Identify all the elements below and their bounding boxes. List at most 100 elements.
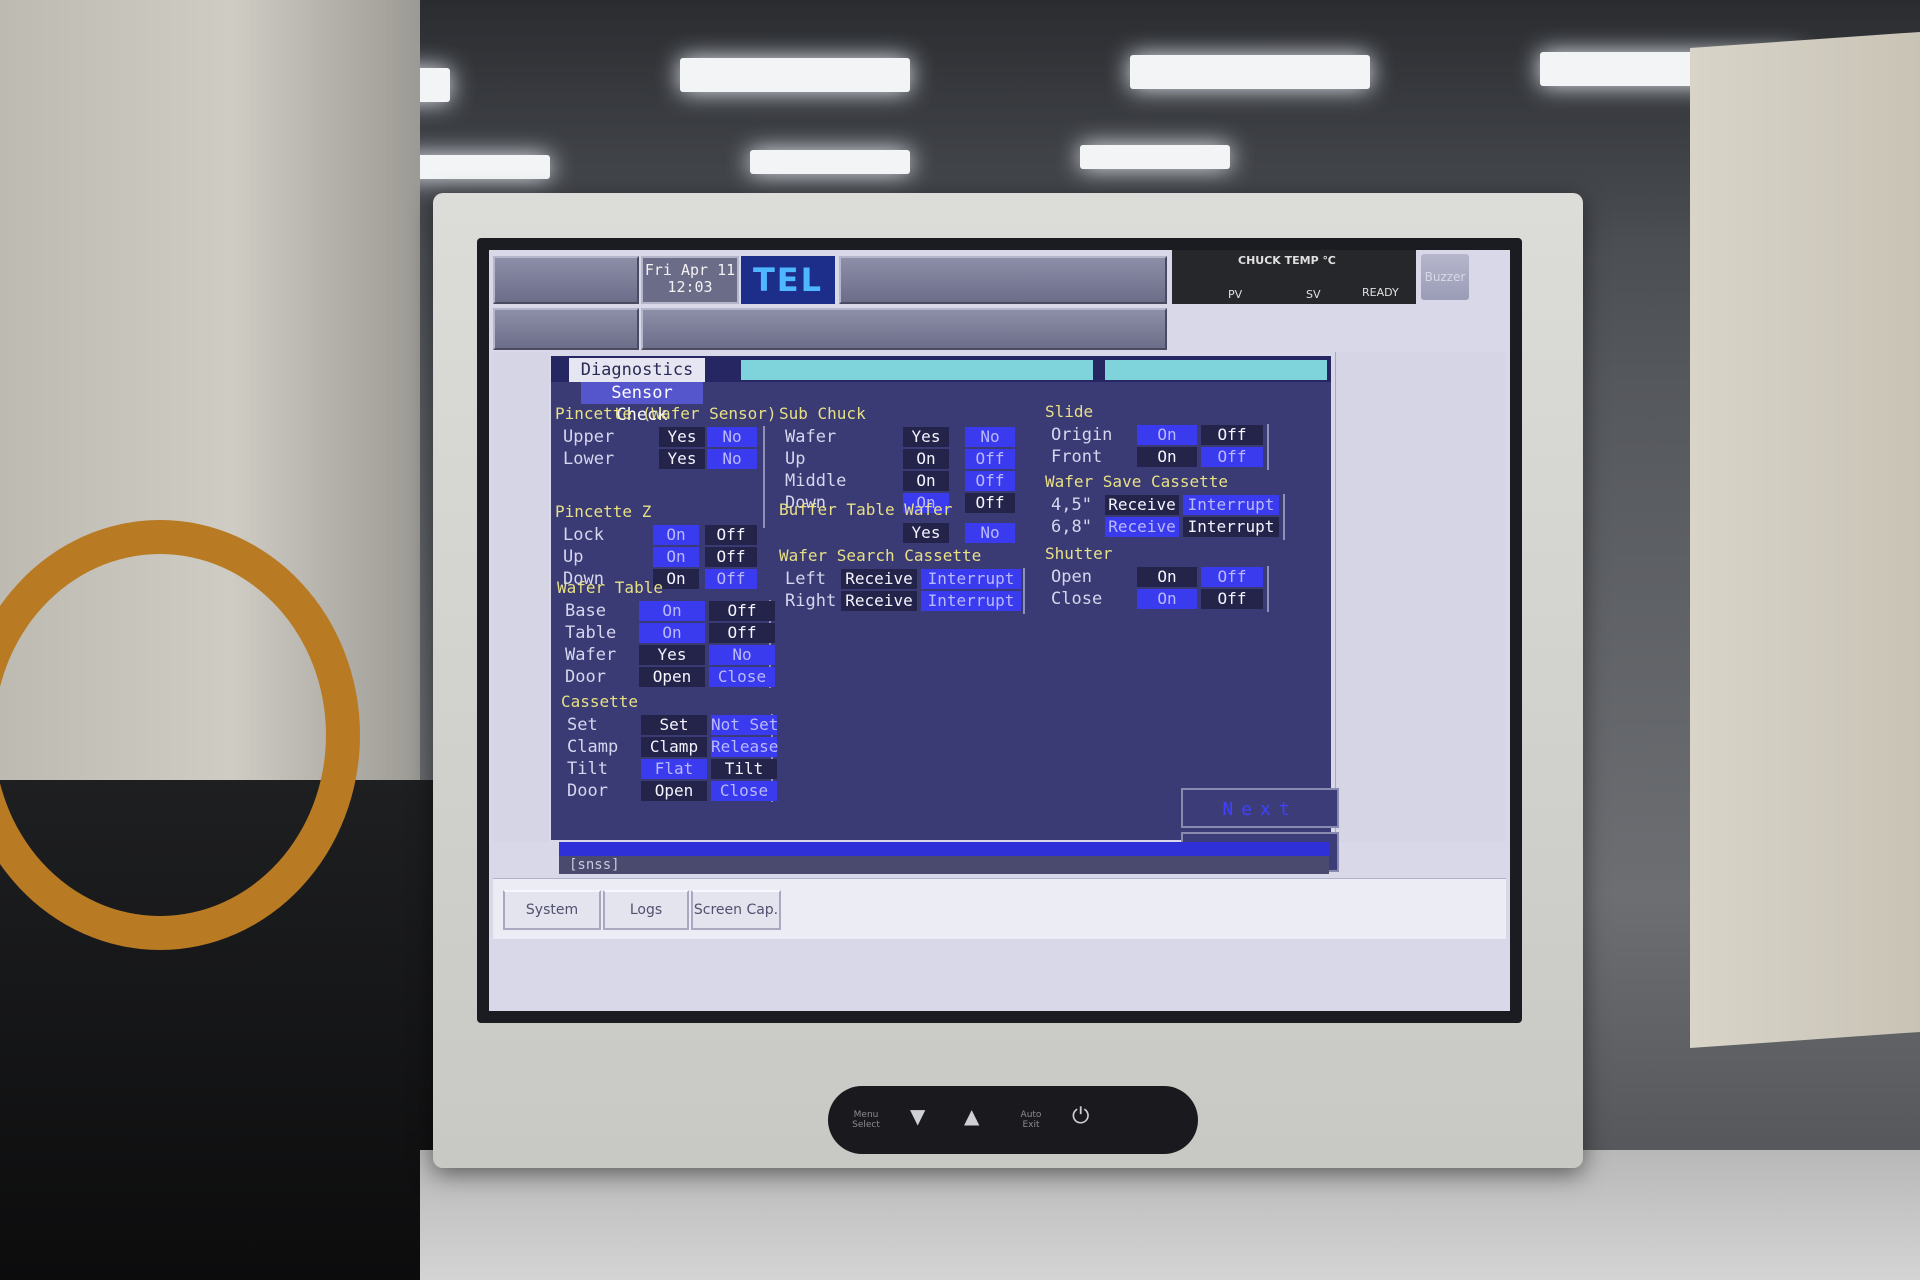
sensor-state-b: Tilt [711,759,777,779]
group-title-pincette-wafer: Pincette (Wafer Sensor) [555,404,777,423]
sensor-label: Upper [563,427,615,447]
sensor-row: Clamp Clamp Release [561,736,778,758]
sensor-label: Lock [563,525,604,545]
sensor-label: Middle [785,471,847,491]
tab-sensor-check[interactable]: Sensor Check [581,382,703,425]
chuck-temp-panel: CHUCK TEMP ℃ PV SV READY [1172,250,1416,304]
sensor-row: Close On Off [1045,588,1267,610]
sensor-state-b: No [965,427,1015,447]
group-title-wafer-search: Wafer Search Cassette [779,546,982,565]
sensor-label: Tilt [567,759,608,779]
group-title-sub-chuck: Sub Chuck [779,404,866,423]
floor [420,1150,1920,1280]
right-equipment [1690,31,1920,1049]
sensor-state-a: On [1137,425,1197,445]
down-arrow-icon[interactable]: ▼ [910,1104,925,1128]
sensor-row: Tilt Flat Tilt [561,758,777,780]
sensor-state-b: No [707,449,757,469]
sensor-state-b: Interrupt [1183,495,1279,515]
sensor-state-a: Receive [1105,495,1179,515]
sensor-row: Table On Off [559,622,775,644]
logs-button[interactable]: Logs [603,890,689,930]
monitor: Fri Apr 11 12:03 TEL CHUCK TEMP ℃ PV SV … [433,193,1583,1168]
sensor-state-a: Clamp [641,737,707,757]
sensor-state-b: Off [965,471,1015,491]
sensor-row: 6,8" Receive Interrupt [1045,516,1283,538]
ceiling-light [1080,145,1230,169]
second-left-button[interactable] [493,308,639,350]
tab-strip [1105,360,1327,380]
sensor-state-b: Off [965,493,1015,513]
sensor-row: Door Open Close [561,780,777,802]
group-title-cassette: Cassette [561,692,639,711]
sensor-label: Wafer [785,427,837,447]
sensor-state-a: On [639,601,705,621]
status-line: [snss] [559,856,1329,874]
power-icon[interactable]: ⏻ [1072,1104,1089,1129]
sensor-state-a: Open [639,667,705,687]
sensor-label: Table [565,623,617,643]
sensor-row: Right Receive Interrupt [779,590,1023,612]
ceiling-light [680,58,910,92]
sensor-row: Lock On Off [557,524,763,546]
sensor-row: Open On Off [1045,566,1267,588]
screen-cap-button[interactable]: Screen Cap. [691,890,781,930]
sensor-label: Open [1051,567,1092,587]
sensor-row: Upper Yes No [557,426,763,448]
date-text: Fri Apr 11 [644,261,736,279]
sv-label: SV [1306,288,1321,301]
sensor-label: 6,8" [1051,517,1092,537]
sensor-state-a: Receive [1105,517,1179,537]
sensor-state-b: Off [1201,447,1263,467]
sensor-state-a: Yes [659,449,705,469]
sensor-state-b: Release [711,737,779,757]
sensor-state-b: Close [709,667,775,687]
message-area [641,308,1167,350]
sensor-row: 4,5" Receive Interrupt [1045,494,1283,516]
sensor-row: Wafer Yes No [559,644,775,666]
sensor-label: Door [565,667,606,687]
sensor-state-a: On [639,623,705,643]
group-title-pincette-z: Pincette Z [555,502,652,521]
system-button[interactable]: System [503,890,601,930]
sensor-label: Base [565,601,606,621]
sensor-state-b: Off [709,601,775,621]
sensor-state-b: Off [705,547,757,567]
sensor-state-b: Off [709,623,775,643]
group-shutter: Open On Off Close On Off [1045,566,1269,612]
sensor-row: Lower Yes No [557,448,763,470]
sensor-state-a: Receive [841,591,917,611]
sensor-state-a: Yes [903,523,949,543]
buzzer-button[interactable]: Buzzer [1421,254,1469,300]
sensor-label: Clamp [567,737,619,757]
chuck-temp-title: CHUCK TEMP ℃ [1238,254,1336,267]
tab-diagnostics[interactable]: Diagnostics [569,358,705,382]
tab-strip [741,360,1093,380]
tel-logo: TEL [741,256,835,304]
sensor-label: Set [567,715,598,735]
sensor-state-b: Off [705,525,757,545]
next-button[interactable]: Next [1181,788,1339,828]
sensor-state-a: Open [641,781,707,801]
group-title-shutter: Shutter [1045,544,1113,563]
sensor-row: Origin On Off [1045,424,1267,446]
group-title-wafer-table: Wafer Table [557,578,663,597]
sensor-state-a: Yes [639,645,705,665]
sensor-state-b: Close [711,781,777,801]
sensor-state-a: Yes [903,427,949,447]
ceiling-light [1130,55,1370,89]
sensor-state-a: On [903,449,949,469]
sensor-label: Up [563,547,584,567]
screen: Fri Apr 11 12:03 TEL CHUCK TEMP ℃ PV SV … [489,250,1510,1011]
group-title-slide: Slide [1045,402,1094,421]
sensor-state-a: Yes [659,427,705,447]
sensor-label: Front [1051,447,1103,467]
up-arrow-icon[interactable]: ▲ [964,1104,979,1128]
sensor-row: Up On Off [779,448,1021,470]
pv-label: PV [1228,288,1243,301]
top-left-button[interactable] [493,256,639,304]
sensor-label: Up [785,449,806,469]
auto-exit-label: Auto Exit [1020,1110,1042,1130]
sensor-state-b: Interrupt [921,569,1021,589]
sensor-label: Lower [563,449,615,469]
